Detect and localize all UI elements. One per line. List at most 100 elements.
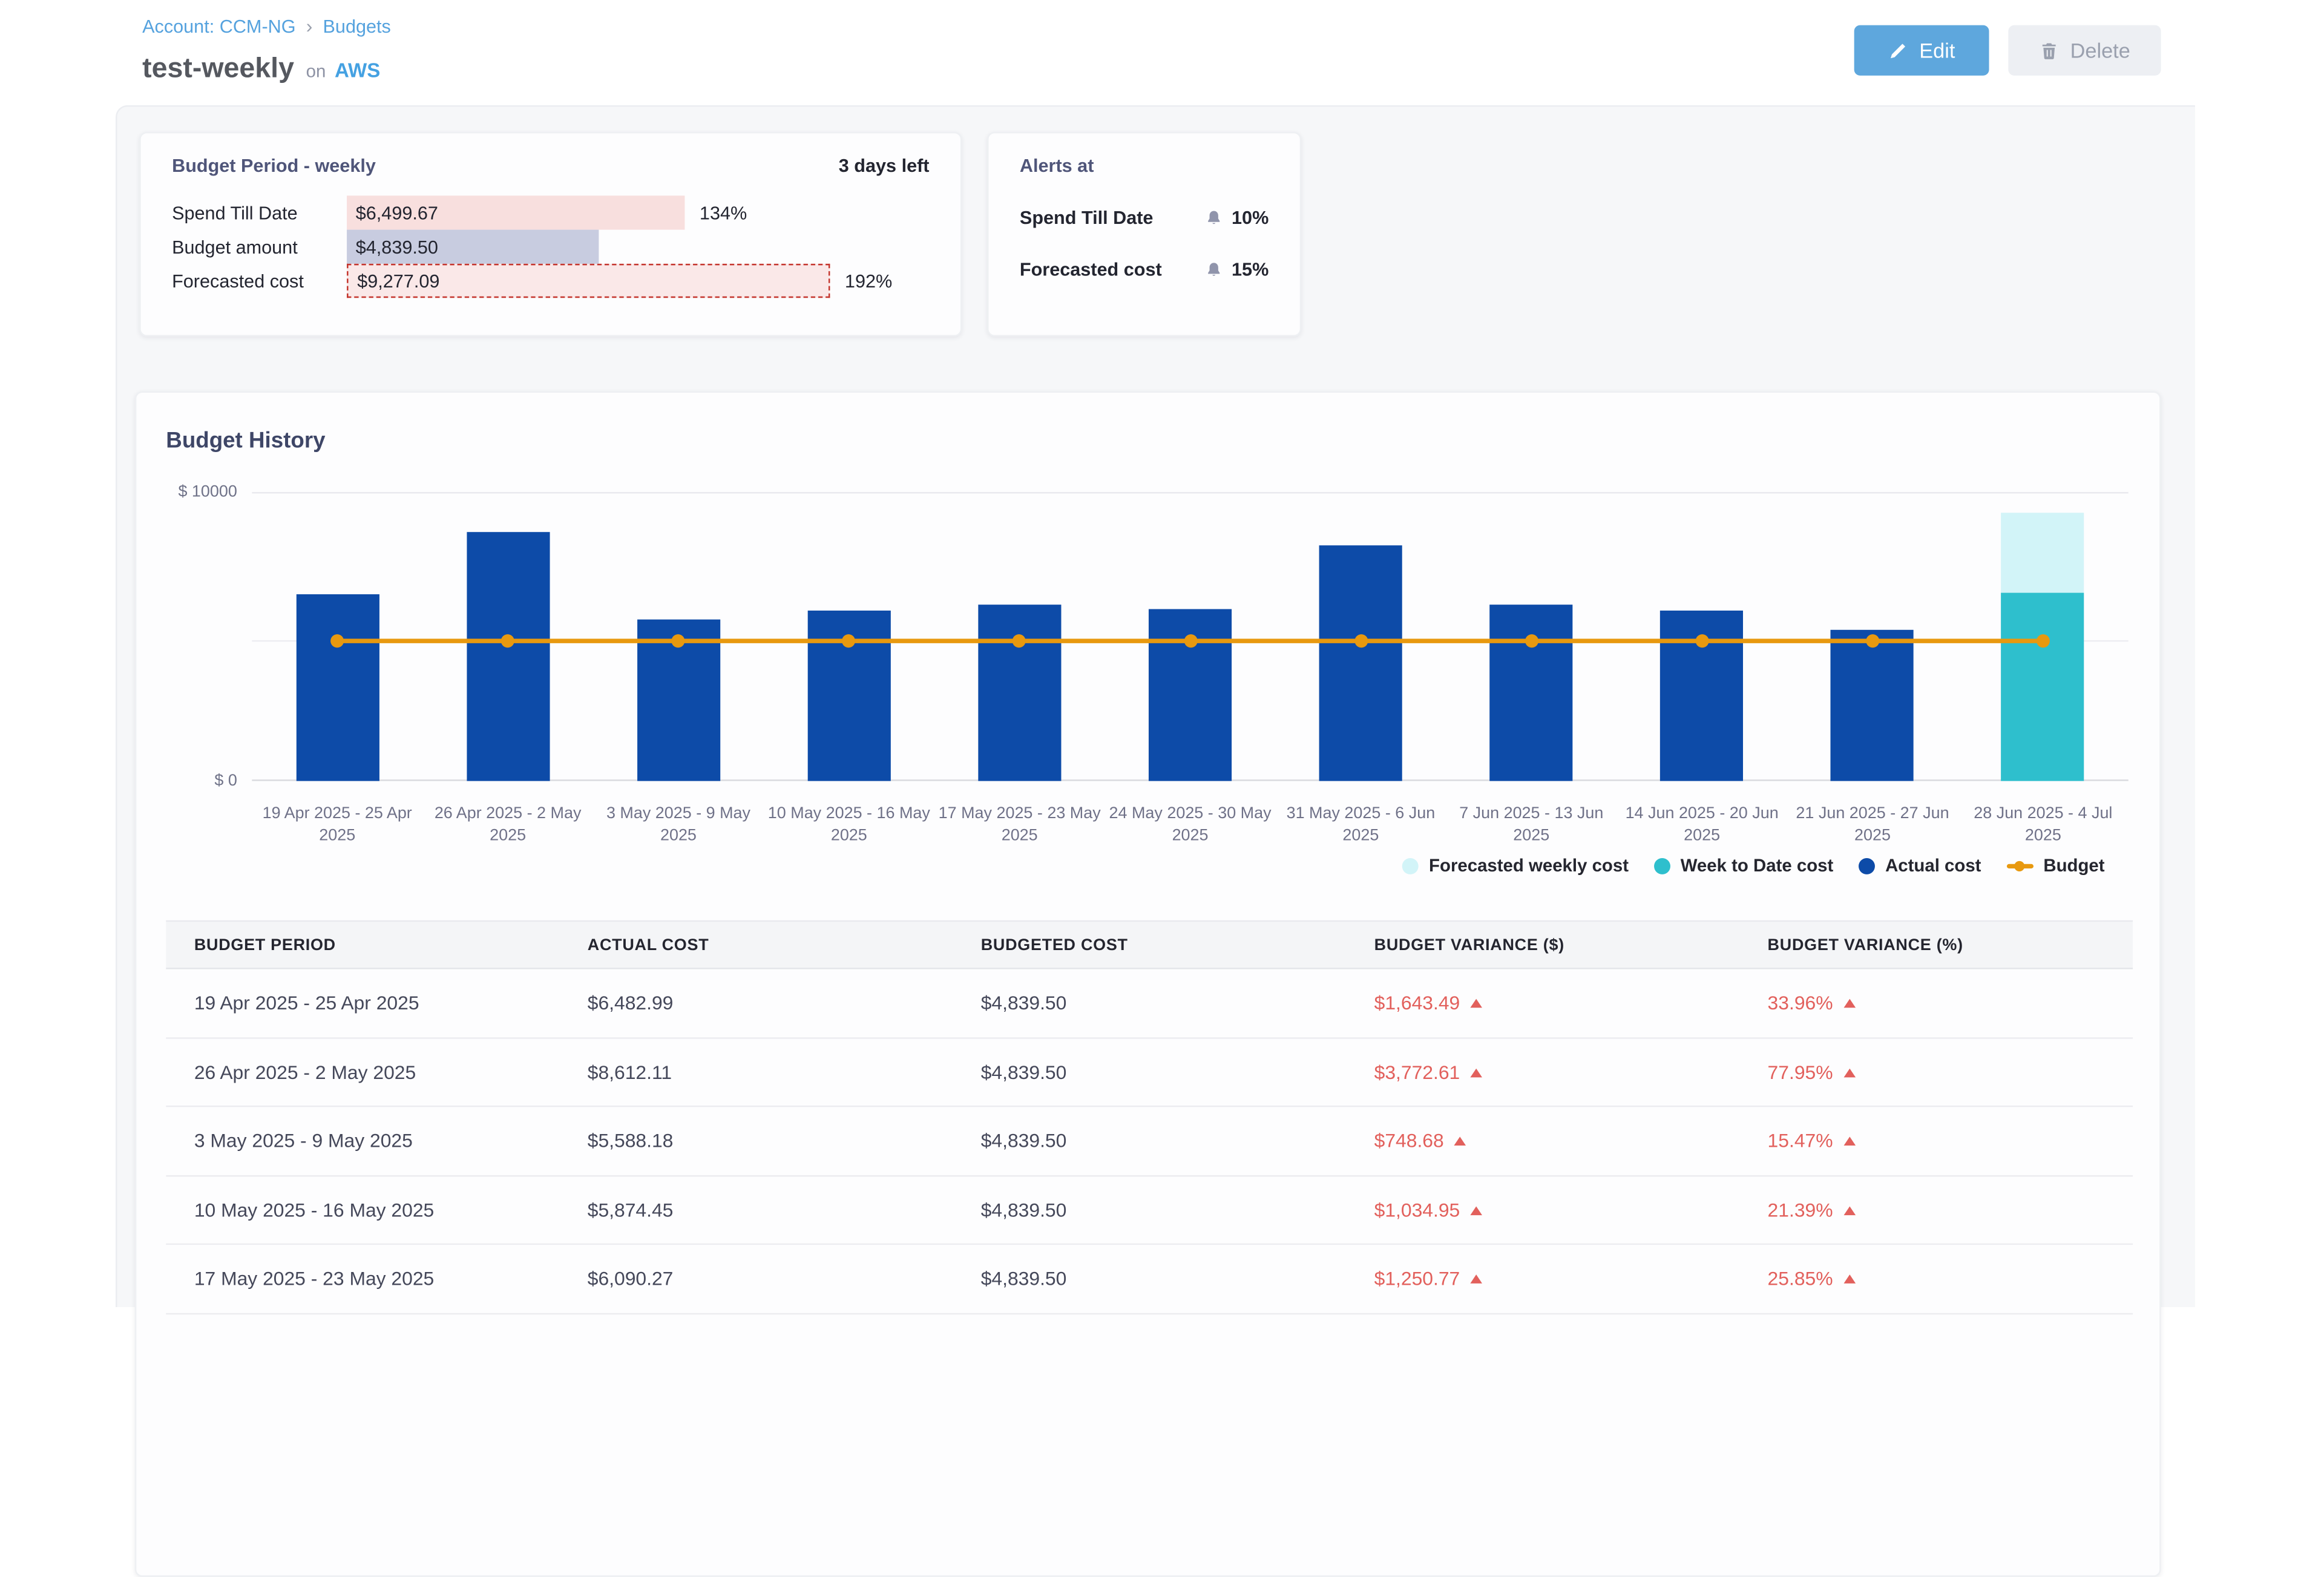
- breadcrumb-budgets-link[interactable]: Budgets: [323, 16, 390, 36]
- x-axis-label: 7 Jun 2025 - 13 Jun 2025: [1446, 803, 1617, 846]
- bell-icon: [1205, 261, 1223, 278]
- legend-item-actual-cost[interactable]: Actual cost: [1859, 855, 1981, 876]
- table-header-cell: BUDGET VARIANCE ($): [1346, 936, 1739, 954]
- budget-period-title: Budget Period - weekly: [172, 156, 376, 176]
- alert-label: Spend Till Date: [1020, 208, 1154, 228]
- budget-period-bar-zone: $9,277.09 192%: [347, 264, 960, 298]
- breadcrumb: Account: CCM-NG › Budgets: [142, 15, 391, 37]
- table-header-row: BUDGET PERIODACTUAL COSTBUDGETED COSTBUD…: [166, 920, 2133, 969]
- legend-item-budget[interactable]: Budget: [2006, 855, 2104, 876]
- budget-bar: $4,839.50: [347, 230, 599, 264]
- chevron-right-icon: ›: [306, 15, 313, 37]
- legend-item-week-to-date-cost[interactable]: Week to Date cost: [1654, 855, 1834, 876]
- budget-period-rows: Spend Till Date$6,499.67 134% Budget amoun…: [141, 195, 960, 298]
- forecasted-weekly-cost-bar[interactable]: [2001, 513, 2084, 594]
- legend-label: Actual cost: [1885, 855, 1981, 876]
- cell-budget-variance-pct: 33.96%: [1739, 992, 2133, 1014]
- page: Account: CCM-NG › Budgets test-weekly on…: [0, 0, 2324, 1307]
- cell-budget-variance-pct: 15.47%: [1739, 1130, 2133, 1152]
- legend-label: Week to Date cost: [1681, 855, 1834, 876]
- edit-button[interactable]: Edit: [1854, 25, 1989, 76]
- cloud-provider-label: AWS: [335, 59, 380, 82]
- actual-cost-bar[interactable]: [296, 594, 379, 781]
- actual-cost-bar[interactable]: [1831, 630, 1914, 781]
- budget-point[interactable]: [1866, 634, 1879, 648]
- cell-actual-cost: $8,612.11: [559, 1061, 953, 1083]
- legend-label: Forecasted weekly cost: [1429, 855, 1629, 876]
- bar-percent-label: 192%: [845, 264, 892, 298]
- page-title-row: test-weekly on AWS: [142, 53, 380, 86]
- triangle-up-icon: [1470, 1068, 1482, 1077]
- cell-budget-period: 10 May 2025 - 16 May 2025: [166, 1199, 559, 1221]
- legend-item-forecasted-weekly-cost[interactable]: Forecasted weekly cost: [1402, 855, 1629, 876]
- cell-budget-variance-usd: $1,643.49: [1346, 992, 1739, 1014]
- forecast-bar: $9,277.09: [347, 264, 830, 298]
- bar-percent-label: 134%: [700, 195, 747, 229]
- budget-point[interactable]: [1525, 634, 1538, 648]
- actual-cost-bar[interactable]: [978, 605, 1061, 781]
- cell-budget-variance-usd: $1,250.77: [1346, 1267, 1739, 1290]
- on-label: on: [306, 61, 326, 81]
- delete-button-label: Delete: [2070, 39, 2130, 62]
- triangle-up-icon: [1454, 1137, 1466, 1146]
- cell-budget-period: 26 Apr 2025 - 2 May 2025: [166, 1061, 559, 1083]
- triangle-up-icon: [1843, 1206, 1856, 1215]
- budget-period-row-label: Budget amount: [141, 230, 347, 264]
- spend-bar: $6,499.67: [347, 195, 684, 229]
- bar-stack: [978, 605, 1061, 781]
- bell-icon: [1205, 209, 1223, 226]
- chart-legend: Forecasted weekly cost Week to Date cost A…: [1402, 855, 2105, 876]
- budget-period-row: Spend Till Date$6,499.67 134%: [141, 195, 960, 229]
- legend-marker-circle: [1402, 857, 1419, 874]
- alert-threshold-group: 15%: [1205, 260, 1269, 280]
- x-axis-label: 17 May 2025 - 23 May 2025: [934, 803, 1105, 846]
- table-header-cell: BUDGET VARIANCE (%): [1739, 936, 2133, 954]
- triangle-up-icon: [1843, 999, 1856, 1008]
- triangle-up-icon: [1843, 1068, 1856, 1077]
- bar-value: $4,839.50: [347, 237, 438, 257]
- alerts-card: Alerts at Spend Till Date10%Forecasted c…: [987, 132, 1301, 336]
- table-header-cell: BUDGET PERIOD: [166, 936, 559, 954]
- cell-budget-variance-usd: $1,034.95: [1346, 1199, 1739, 1221]
- budget-period-row-label: Spend Till Date: [141, 195, 347, 229]
- actual-cost-bar[interactable]: [1319, 545, 1402, 781]
- alert-rows: Spend Till Date 10% Forecasted cost 15%: [988, 208, 1299, 280]
- bar-stack: [296, 594, 379, 781]
- legend-marker-circle: [1859, 857, 1875, 874]
- triangle-up-icon: [1470, 1206, 1482, 1215]
- bar-stack: [1831, 630, 1914, 781]
- actual-cost-bar[interactable]: [1490, 605, 1573, 781]
- alert-label: Forecasted cost: [1020, 260, 1162, 280]
- table-header-cell: BUDGETED COST: [953, 936, 1346, 954]
- cell-actual-cost: $6,482.99: [559, 992, 953, 1014]
- cell-budget-variance-usd: $748.68: [1346, 1130, 1739, 1152]
- budget-history-table: BUDGET PERIODACTUAL COSTBUDGETED COSTBUD…: [166, 920, 2133, 1314]
- budget-period-row-label: Forecasted cost: [141, 264, 347, 298]
- legend-marker-circle: [1654, 857, 1670, 874]
- cell-budget-variance-pct: 77.95%: [1739, 1061, 2133, 1083]
- delete-button[interactable]: Delete: [2008, 25, 2161, 76]
- budget-period-bar-zone: $4,839.50: [347, 230, 960, 264]
- days-left-label: 3 days left: [839, 156, 930, 176]
- table-header-cell: ACTUAL COST: [559, 936, 953, 954]
- cell-budgeted-cost: $4,839.50: [953, 1130, 1346, 1152]
- y-tick-max: $ 10000: [178, 483, 237, 500]
- week-to-date-cost-bar[interactable]: [2001, 593, 2084, 781]
- table-row: 19 Apr 2025 - 25 Apr 2025$6,482.99$4,839…: [166, 969, 2133, 1038]
- alert-row: Forecasted cost 15%: [988, 260, 1299, 280]
- triangle-up-icon: [1843, 1275, 1856, 1284]
- cell-budgeted-cost: $4,839.50: [953, 1199, 1346, 1221]
- breadcrumb-account-link[interactable]: Account: CCM-NG: [142, 16, 295, 36]
- table-row: 17 May 2025 - 23 May 2025$6,090.27$4,839…: [166, 1245, 2133, 1314]
- legend-label: Budget: [2043, 855, 2104, 876]
- cell-budgeted-cost: $4,839.50: [953, 992, 1346, 1014]
- actual-cost-bar[interactable]: [467, 532, 550, 781]
- x-axis-label: 19 Apr 2025 - 25 Apr 2025: [252, 803, 422, 846]
- budget-period-row: Forecasted cost$9,277.09 192%: [141, 264, 960, 298]
- budget-point[interactable]: [1695, 634, 1709, 648]
- edit-button-label: Edit: [1919, 39, 1955, 62]
- alert-row: Spend Till Date 10%: [988, 208, 1299, 228]
- triangle-up-icon: [1843, 1137, 1856, 1146]
- x-axis-label: 31 May 2025 - 6 Jun 2025: [1276, 803, 1446, 846]
- alert-threshold-value: 10%: [1232, 208, 1269, 228]
